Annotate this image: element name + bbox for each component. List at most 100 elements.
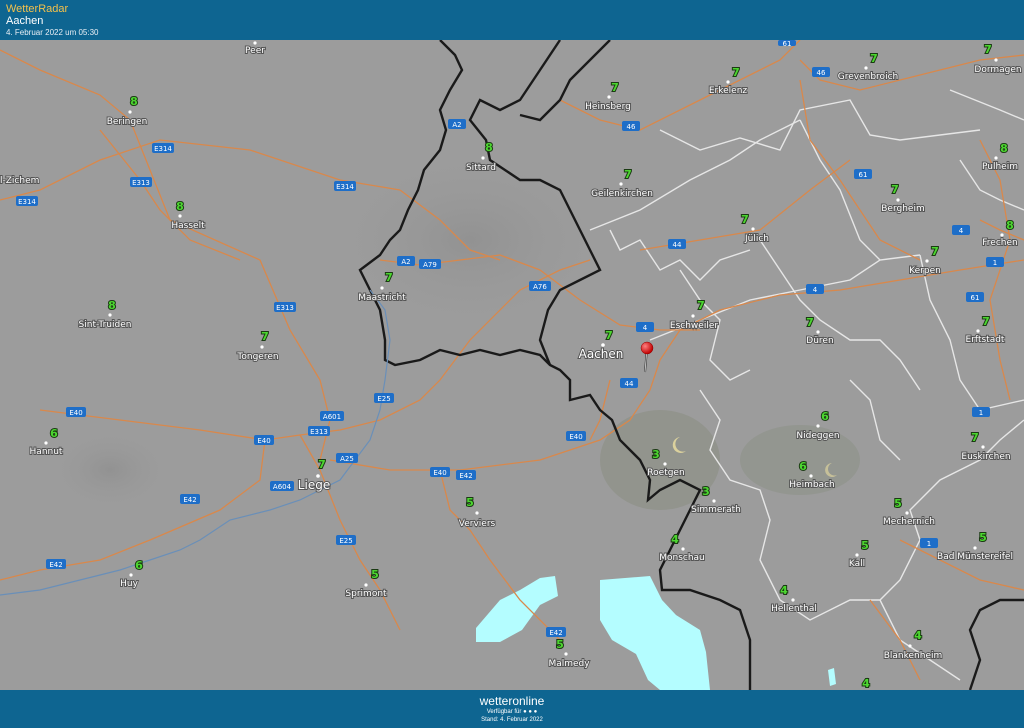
- data-timestamp: Stand: 4. Februar 2022: [481, 717, 543, 723]
- svg-text:A2: A2: [452, 121, 461, 129]
- svg-text:7: 7: [605, 329, 613, 342]
- svg-text:7: 7: [732, 66, 740, 79]
- svg-text:Euskirchen: Euskirchen: [961, 452, 1010, 462]
- svg-text:7: 7: [624, 168, 632, 181]
- svg-text:A76: A76: [533, 283, 547, 291]
- svg-text:Pulheim: Pulheim: [982, 162, 1018, 172]
- svg-text:8: 8: [485, 141, 493, 154]
- svg-text:Simmerath: Simmerath: [691, 505, 741, 515]
- svg-text:4: 4: [780, 584, 788, 597]
- svg-text:Hannut: Hannut: [30, 447, 63, 457]
- app-footer: wetteronline Verfügbar für ● ● ● Stand: …: [0, 690, 1024, 728]
- svg-text:Sittard: Sittard: [466, 163, 496, 173]
- svg-text:E314: E314: [154, 145, 172, 153]
- svg-text:7: 7: [318, 458, 326, 471]
- svg-text:Liege: Liege: [298, 478, 330, 492]
- svg-text:Bergheim: Bergheim: [881, 204, 924, 214]
- svg-text:E313: E313: [132, 179, 150, 187]
- city-zichem[interactable]: l-Zichem: [0, 175, 40, 187]
- svg-text:A601: A601: [323, 413, 341, 421]
- svg-text:61: 61: [859, 171, 868, 179]
- svg-text:6: 6: [799, 460, 807, 473]
- svg-text:E42: E42: [49, 561, 62, 569]
- app-title: WetterRadar: [6, 3, 69, 15]
- svg-text:Bad Münstereifel: Bad Münstereifel: [937, 552, 1013, 562]
- svg-text:4: 4: [643, 324, 648, 332]
- svg-text:Peer: Peer: [245, 46, 265, 56]
- svg-text:Sprimont: Sprimont: [345, 589, 387, 599]
- svg-text:4: 4: [959, 227, 964, 235]
- svg-text:A79: A79: [423, 261, 437, 269]
- svg-text:7: 7: [971, 431, 979, 444]
- svg-text:Dormagen: Dormagen: [974, 65, 1021, 75]
- svg-text:E42: E42: [183, 496, 196, 504]
- svg-text:Jülich: Jülich: [744, 234, 769, 244]
- svg-text:Grevenbroich: Grevenbroich: [838, 72, 898, 82]
- svg-text:Malmedy: Malmedy: [548, 659, 590, 669]
- svg-text:61: 61: [783, 40, 792, 48]
- svg-text:Nideggen: Nideggen: [796, 431, 839, 441]
- svg-text:7: 7: [741, 213, 749, 226]
- svg-text:Monschau: Monschau: [659, 553, 705, 563]
- svg-text:8: 8: [1006, 219, 1014, 232]
- svg-text:E40: E40: [69, 409, 82, 417]
- map-canvas[interactable]: E314 E313 E314 E314 A2 46 61 46 61 61 4 …: [0, 40, 1024, 690]
- svg-text:Roetgen: Roetgen: [647, 468, 684, 478]
- svg-text:6: 6: [135, 559, 143, 572]
- location-name: Aachen: [6, 15, 44, 27]
- svg-text:Geilenkirchen: Geilenkirchen: [591, 189, 653, 199]
- svg-text:Maastricht: Maastricht: [358, 293, 406, 303]
- svg-text:4: 4: [813, 286, 818, 294]
- svg-text:4: 4: [671, 533, 679, 546]
- svg-text:Kall: Kall: [849, 559, 865, 569]
- platform-icons[interactable]: ● ● ●: [523, 709, 537, 715]
- svg-text:E40: E40: [257, 437, 270, 445]
- brand-logo[interactable]: wetteronline: [0, 694, 1024, 708]
- svg-text:A2: A2: [401, 258, 410, 266]
- svg-text:Düren: Düren: [806, 336, 833, 346]
- svg-text:5: 5: [979, 531, 987, 544]
- svg-text:6: 6: [50, 427, 58, 440]
- svg-text:3: 3: [702, 485, 710, 498]
- svg-text:44: 44: [625, 380, 634, 388]
- svg-text:1: 1: [993, 259, 997, 267]
- svg-text:Eschweiler: Eschweiler: [670, 321, 718, 331]
- svg-text:7: 7: [982, 315, 990, 328]
- svg-text:5: 5: [466, 496, 474, 509]
- svg-text:5: 5: [556, 638, 564, 651]
- svg-text:61: 61: [971, 294, 980, 302]
- svg-text:6: 6: [821, 410, 829, 423]
- svg-text:Hellenthal: Hellenthal: [771, 604, 817, 614]
- svg-text:E314: E314: [336, 183, 354, 191]
- svg-text:Sint-Truiden: Sint-Truiden: [79, 320, 132, 330]
- svg-text:E25: E25: [339, 537, 352, 545]
- svg-text:E40: E40: [569, 433, 582, 441]
- svg-text:Huy: Huy: [120, 579, 138, 589]
- svg-text:E313: E313: [276, 304, 294, 312]
- svg-text:Tongeren: Tongeren: [236, 352, 278, 362]
- svg-text:5: 5: [861, 539, 869, 552]
- svg-text:E25: E25: [377, 395, 390, 403]
- svg-text:3: 3: [652, 448, 660, 461]
- svg-text:44: 44: [673, 241, 682, 249]
- svg-text:Hasselt: Hasselt: [171, 221, 205, 231]
- svg-text:A25: A25: [340, 455, 354, 463]
- svg-text:7: 7: [806, 316, 814, 329]
- map-background: [0, 40, 1024, 690]
- svg-text:1: 1: [979, 409, 983, 417]
- svg-text:7: 7: [984, 43, 992, 56]
- svg-text:5: 5: [371, 568, 379, 581]
- svg-text:Erftstadt: Erftstadt: [966, 335, 1005, 345]
- svg-text:Heinsberg: Heinsberg: [585, 102, 631, 112]
- svg-text:7: 7: [611, 81, 619, 94]
- radar-map[interactable]: E314 E313 E314 E314 A2 46 61 46 61 61 4 …: [0, 40, 1024, 690]
- svg-text:Erkelenz: Erkelenz: [709, 86, 748, 96]
- svg-text:E314: E314: [18, 198, 36, 206]
- svg-text:7: 7: [891, 183, 899, 196]
- svg-text:7: 7: [385, 271, 393, 284]
- svg-text:5: 5: [894, 497, 902, 510]
- svg-text:E313: E313: [310, 428, 328, 436]
- svg-text:8: 8: [1000, 142, 1008, 155]
- svg-text:Mechernich: Mechernich: [883, 517, 935, 527]
- svg-text:Kerpen: Kerpen: [909, 266, 941, 276]
